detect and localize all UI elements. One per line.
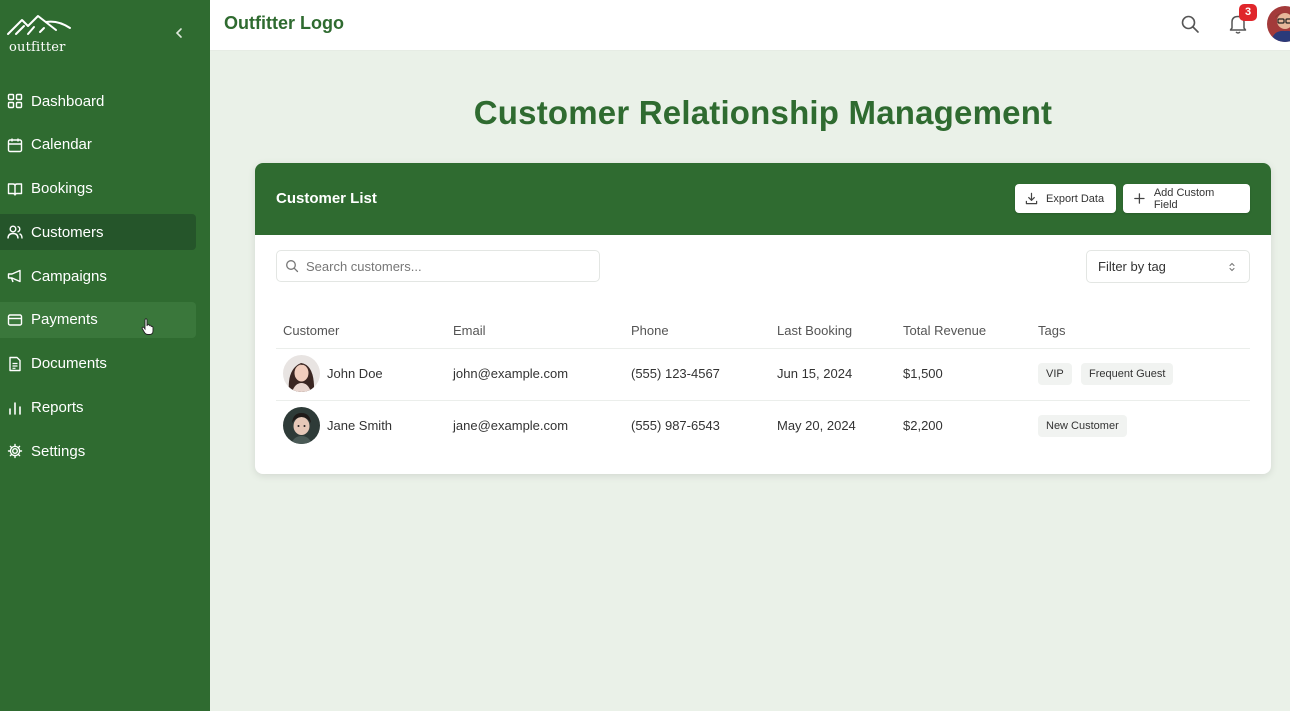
customer-last-booking: Jun 15, 2024	[777, 366, 853, 381]
header-title: Outfitter Logo	[224, 13, 344, 33]
calendar-icon	[6, 136, 24, 154]
customer-search	[276, 250, 600, 282]
tag-badge: Frequent Guest	[1081, 363, 1174, 385]
customer-phone: (555) 987-6543	[631, 418, 720, 433]
sidebar-item-settings[interactable]: Settings	[0, 433, 196, 469]
card-title: Customer List	[276, 190, 377, 207]
plus-icon	[1134, 193, 1145, 204]
add-custom-field-label: Add Custom Field	[1153, 186, 1215, 211]
top-header: Outfitter Logo 3	[210, 0, 1290, 51]
user-avatar[interactable]	[1267, 6, 1290, 42]
table-row[interactable]: Jane Smith jane@example.com (555) 987-65…	[276, 401, 1250, 453]
customer-list-card: Customer List Export Data Add Custom Fie…	[255, 163, 1271, 474]
column-header-total-revenue[interactable]: Total Revenue	[903, 323, 986, 338]
sidebar-item-dashboard[interactable]: Dashboard	[0, 83, 196, 119]
table-row[interactable]: John Doe john@example.com (555) 123-4567…	[276, 349, 1250, 401]
filter-label: Filter by tag	[1098, 259, 1166, 274]
sidebar-item-customers[interactable]: Customers	[0, 214, 196, 251]
sidebar-item-reports[interactable]: Reports	[0, 390, 196, 426]
column-header-email[interactable]: Email	[453, 323, 486, 338]
sidebar-item-label: Payments	[31, 311, 98, 329]
sidebar-item-payments[interactable]: Payments	[0, 301, 196, 338]
sidebar-item-documents[interactable]: Documents	[0, 346, 196, 382]
sidebar-item-label: Reports	[31, 399, 84, 417]
gear-icon	[6, 442, 24, 460]
page-title: Customer Relationship Management	[473, 94, 1053, 131]
customer-email: john@example.com	[453, 366, 569, 381]
bar-chart-icon	[6, 399, 24, 417]
chevron-up-down-icon	[1229, 262, 1235, 271]
customer-email: jane@example.com	[453, 418, 569, 433]
customer-phone: (555) 123-4567	[631, 366, 720, 381]
column-header-tags[interactable]: Tags	[1038, 323, 1065, 338]
sidebar-item-label: Settings	[31, 442, 86, 460]
sidebar-item-campaigns[interactable]: Campaigns	[0, 258, 196, 294]
sidebar-nav: Dashboard Calendar Bookings Customers Ca…	[0, 83, 196, 477]
sidebar-item-label: Documents	[31, 355, 107, 373]
card-header: Customer List Export Data Add Custom Fie…	[255, 163, 1271, 235]
book-icon	[6, 180, 24, 198]
sidebar-item-label: Dashboard	[31, 92, 105, 110]
avatar	[283, 407, 320, 444]
mountain-logo-icon	[7, 15, 71, 35]
sidebar-item-label: Calendar	[31, 136, 92, 154]
column-header-customer[interactable]: Customer	[283, 323, 339, 338]
customer-revenue: $2,200	[903, 418, 943, 433]
brand-logo[interactable]: outfitter	[6, 12, 76, 56]
sidebar-item-label: Bookings	[31, 180, 93, 198]
export-data-label: Export Data	[1046, 192, 1105, 205]
sidebar-collapse-button[interactable]	[170, 24, 188, 44]
sidebar: outfitter Dashboard Calendar Bookings Cu…	[0, 0, 210, 711]
customer-name: John Doe	[327, 366, 383, 381]
search-icon	[286, 260, 299, 273]
megaphone-icon	[6, 267, 24, 285]
tag-badge: New Customer	[1038, 415, 1127, 437]
document-icon	[6, 355, 24, 373]
search-input[interactable]	[306, 258, 586, 274]
add-custom-field-button[interactable]: Add Custom Field	[1123, 184, 1250, 213]
header-search-button[interactable]	[1180, 14, 1200, 34]
column-header-last-booking[interactable]: Last Booking	[777, 323, 852, 338]
customer-last-booking: May 20, 2024	[777, 418, 856, 433]
sidebar-item-label: Customers	[31, 223, 104, 241]
sidebar-item-calendar[interactable]: Calendar	[0, 127, 196, 163]
search-icon	[1181, 15, 1199, 33]
tag-badge: VIP	[1038, 363, 1072, 385]
customer-revenue: $1,500	[903, 366, 943, 381]
notification-count-badge: 3	[1239, 4, 1257, 21]
credit-card-icon	[6, 311, 24, 329]
sidebar-item-label: Campaigns	[31, 267, 107, 285]
grid-icon	[6, 92, 24, 110]
chevron-left-icon	[175, 28, 182, 38]
sidebar-item-bookings[interactable]: Bookings	[0, 171, 196, 207]
export-data-button[interactable]: Export Data	[1015, 184, 1116, 213]
brand-name: outfitter	[9, 40, 66, 55]
customer-name: Jane Smith	[327, 418, 393, 433]
avatar	[283, 355, 320, 392]
hand-pointer-cursor-icon	[141, 318, 154, 335]
users-icon	[6, 223, 24, 241]
download-icon	[1025, 192, 1038, 205]
column-header-phone[interactable]: Phone	[631, 323, 669, 338]
filter-by-tag-select[interactable]: Filter by tag	[1086, 250, 1250, 283]
